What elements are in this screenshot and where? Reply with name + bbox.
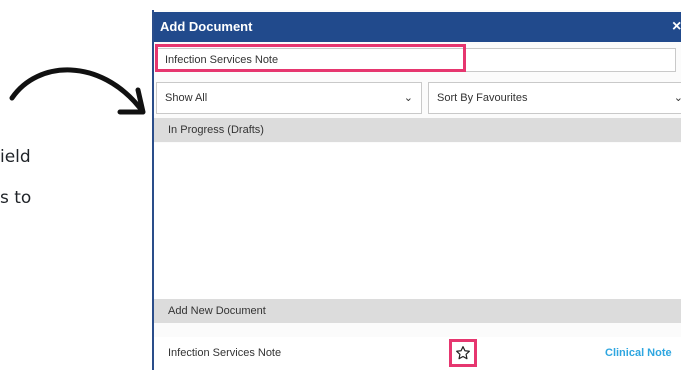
favourite-toggle[interactable] (449, 339, 477, 367)
chevron-down-icon: ⌄ (673, 92, 681, 104)
annotation-text-line-1: ield (0, 147, 31, 167)
drafts-section-header: In Progress (Drafts) (154, 118, 681, 142)
sort-filter-value: Sort By Favourites (437, 92, 528, 104)
add-document-dialog: Add Document × Show All ⌄ Sort By Favour… (152, 10, 681, 371)
document-type-link[interactable]: Clinical Note (605, 343, 672, 363)
close-icon[interactable]: × (672, 12, 681, 42)
document-row[interactable]: Infection Services Note Clinical Note (154, 337, 681, 371)
show-filter-select[interactable]: Show All ⌄ (156, 82, 422, 114)
document-search-input[interactable] (156, 48, 676, 72)
search-row (154, 46, 681, 74)
dialog-title: Add Document (160, 19, 253, 34)
chevron-down-icon: ⌄ (403, 92, 413, 104)
dialog-titlebar: Add Document × (154, 12, 681, 42)
sort-filter-select[interactable]: Sort By Favourites ⌄ (428, 82, 681, 114)
new-document-section-header: Add New Document (154, 299, 681, 323)
show-filter-value: Show All (165, 92, 208, 104)
star-outline-icon (456, 346, 470, 360)
drafts-list (154, 143, 681, 309)
curved-arrow-icon (9, 67, 146, 115)
document-name: Infection Services Note (168, 347, 282, 359)
annotation-text-line-2: s to (0, 188, 32, 208)
